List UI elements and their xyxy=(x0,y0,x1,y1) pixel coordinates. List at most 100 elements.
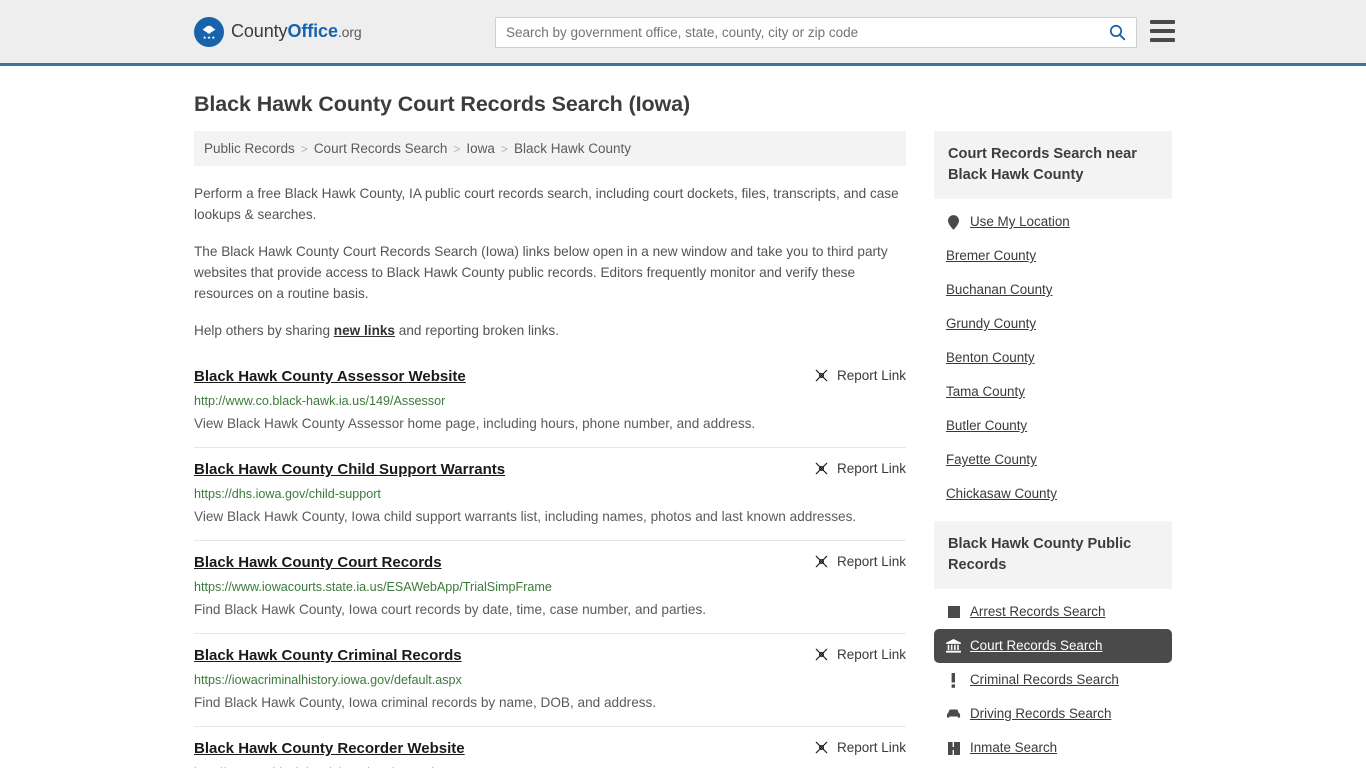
sidebar-item-label: Criminal Records Search xyxy=(970,671,1119,689)
sidebar-item-inmate-search[interactable]: Inmate Search xyxy=(934,731,1172,765)
result-description: View Black Hawk County Assessor home pag… xyxy=(194,413,906,434)
result-url: https://www.iowacourts.state.ia.us/ESAWe… xyxy=(194,579,906,596)
sidebar-item-court-records-search[interactable]: Court Records Search xyxy=(934,629,1172,663)
result-title-link[interactable]: Black Hawk County Court Records xyxy=(194,553,442,573)
result-header: Black Hawk County Criminal Records Repor… xyxy=(194,646,906,666)
sidebar-item-bremer-county[interactable]: Bremer County xyxy=(934,239,1172,273)
site-logo-text: CountyOffice.org xyxy=(231,21,362,42)
sidebar-item-label: Chickasaw County xyxy=(946,485,1057,503)
result-description: View Black Hawk County, Iowa child suppo… xyxy=(194,506,906,527)
result-description: Find Black Hawk County, Iowa court recor… xyxy=(194,599,906,620)
page-container: Black Hawk County Court Records Search (… xyxy=(0,92,1366,768)
new-links-link[interactable]: new links xyxy=(334,323,395,338)
sidebar-item-use-my-location[interactable]: Use My Location xyxy=(934,205,1172,239)
result-title-link[interactable]: Black Hawk County Child Support Warrants xyxy=(194,460,505,480)
search-bar[interactable] xyxy=(495,17,1137,48)
jail-icon xyxy=(946,741,961,756)
report-link-label: Report Link xyxy=(837,647,906,662)
sidebar-item-label: Benton County xyxy=(946,349,1035,367)
report-link-button[interactable]: Report Link xyxy=(814,553,906,569)
result-url: https://iowacriminalhistory.iowa.gov/def… xyxy=(194,672,906,689)
result-header: Black Hawk County Recorder Website Repor… xyxy=(194,739,906,759)
hamburger-bar-1 xyxy=(1150,20,1175,24)
sidebar-item-driving-records-search[interactable]: Driving Records Search xyxy=(934,697,1172,731)
sidebar-item-label: Grundy County xyxy=(946,315,1036,333)
result-header: Black Hawk County Assessor Website Repor… xyxy=(194,367,906,387)
sidebar-item-label: Fayette County xyxy=(946,451,1037,469)
result-title-link[interactable]: Black Hawk County Assessor Website xyxy=(194,367,466,387)
intro-paragraph-2: The Black Hawk County Court Records Sear… xyxy=(194,241,906,304)
result-title-link[interactable]: Black Hawk County Recorder Website xyxy=(194,739,465,759)
sidebar-item-label: Use My Location xyxy=(970,213,1070,231)
report-link-button[interactable]: Report Link xyxy=(814,739,906,755)
public-records-panel: Black Hawk County Public Records Arrest … xyxy=(934,521,1172,765)
breadcrumb-separator: > xyxy=(453,142,460,156)
sidebar-item-tama-county[interactable]: Tama County xyxy=(934,375,1172,409)
result-item: Black Hawk County Court Records Report L… xyxy=(194,541,906,634)
sidebar: Court Records Search near Black Hawk Cou… xyxy=(934,131,1172,768)
report-link-button[interactable]: Report Link xyxy=(814,367,906,383)
sidebar-item-buchanan-county[interactable]: Buchanan County xyxy=(934,273,1172,307)
main-column: Public Records > Court Records Search > … xyxy=(194,131,906,768)
report-link-label: Report Link xyxy=(837,740,906,755)
breadcrumb-separator: > xyxy=(301,142,308,156)
sidebar-item-label: Butler County xyxy=(946,417,1027,435)
hamburger-bar-3 xyxy=(1150,38,1175,42)
result-url: http://www.co.black-hawk.ia.us/149/Asses… xyxy=(194,393,906,410)
results-list: Black Hawk County Assessor Website Repor… xyxy=(194,363,906,768)
sidebar-item-benton-county[interactable]: Benton County xyxy=(934,341,1172,375)
nearby-search-panel: Court Records Search near Black Hawk Cou… xyxy=(934,131,1172,511)
breadcrumb: Public Records > Court Records Search > … xyxy=(194,131,906,166)
sidebar-item-butler-county[interactable]: Butler County xyxy=(934,409,1172,443)
square-icon xyxy=(946,605,961,620)
sidebar-item-arrest-records-search[interactable]: Arrest Records Search xyxy=(934,595,1172,629)
breadcrumb-item-black-hawk-county[interactable]: Black Hawk County xyxy=(514,141,631,156)
result-item: Black Hawk County Child Support Warrants… xyxy=(194,448,906,541)
eagle-seal-icon xyxy=(194,17,224,47)
public-records-panel-title: Black Hawk County Public Records xyxy=(934,521,1172,589)
sidebar-item-grundy-county[interactable]: Grundy County xyxy=(934,307,1172,341)
sidebar-item-label: Tama County xyxy=(946,383,1025,401)
broken-link-icon xyxy=(814,647,829,662)
breadcrumb-item-public-records[interactable]: Public Records xyxy=(204,141,295,156)
sidebar-item-fayette-county[interactable]: Fayette County xyxy=(934,443,1172,477)
search-icon xyxy=(1109,24,1126,41)
result-title-link[interactable]: Black Hawk County Criminal Records xyxy=(194,646,462,666)
search-button[interactable] xyxy=(1098,18,1136,47)
intro-paragraph-1: Perform a free Black Hawk County, IA pub… xyxy=(194,183,906,225)
car-icon xyxy=(946,707,961,722)
site-logo[interactable]: CountyOffice.org xyxy=(194,17,362,47)
report-link-button[interactable]: Report Link xyxy=(814,460,906,476)
courthouse-icon xyxy=(946,639,961,654)
broken-link-icon xyxy=(814,740,829,755)
result-item: Black Hawk County Criminal Records Repor… xyxy=(194,634,906,727)
brand-part-org: .org xyxy=(338,24,362,40)
report-link-label: Report Link xyxy=(837,554,906,569)
broken-link-icon xyxy=(814,368,829,383)
nearby-panel-title: Court Records Search near Black Hawk Cou… xyxy=(934,131,1172,199)
sidebar-item-label: Buchanan County xyxy=(946,281,1052,299)
brand-part-office: Office xyxy=(287,21,337,41)
breadcrumb-item-iowa[interactable]: Iowa xyxy=(466,141,495,156)
report-link-label: Report Link xyxy=(837,368,906,383)
map-pin-icon xyxy=(946,215,961,230)
report-link-button[interactable]: Report Link xyxy=(814,646,906,662)
sidebar-item-label: Bremer County xyxy=(946,247,1036,265)
sidebar-item-label: Arrest Records Search xyxy=(970,603,1105,621)
result-item: Black Hawk County Assessor Website Repor… xyxy=(194,363,906,448)
sidebar-item-criminal-records-search[interactable]: Criminal Records Search xyxy=(934,663,1172,697)
sidebar-item-label: Court Records Search xyxy=(970,637,1102,655)
result-url: https://dhs.iowa.gov/child-support xyxy=(194,486,906,503)
hamburger-bar-2 xyxy=(1150,29,1175,33)
brand-part-county: County xyxy=(231,21,287,41)
hamburger-menu-icon[interactable] xyxy=(1150,20,1175,42)
intro-paragraph-3: Help others by sharing new links and rep… xyxy=(194,320,906,341)
intro-text: Perform a free Black Hawk County, IA pub… xyxy=(194,183,906,341)
site-header: CountyOffice.org xyxy=(0,0,1366,66)
nearby-panel-list: Use My Location Bremer County Buchanan C… xyxy=(934,199,1172,511)
sidebar-item-chickasaw-county[interactable]: Chickasaw County xyxy=(934,477,1172,511)
report-link-label: Report Link xyxy=(837,461,906,476)
breadcrumb-item-court-records-search[interactable]: Court Records Search xyxy=(314,141,448,156)
search-input[interactable] xyxy=(496,18,1098,47)
broken-link-icon xyxy=(814,554,829,569)
